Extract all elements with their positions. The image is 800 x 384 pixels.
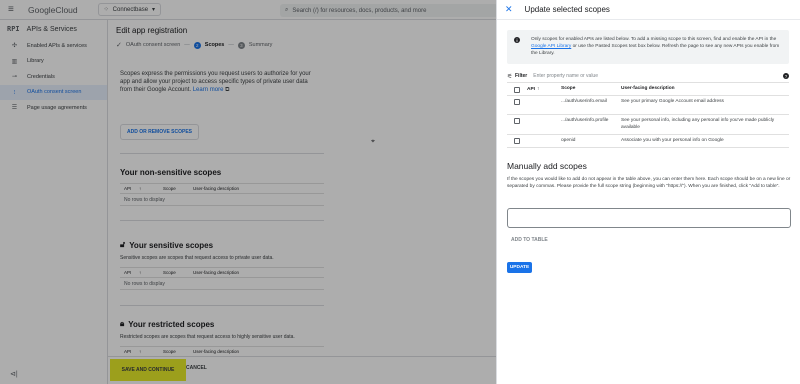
close-icon[interactable]: ✕: [505, 4, 513, 15]
table-row: openid Associate you with your personal …: [507, 135, 789, 148]
filter-row[interactable]: ⚟ Filter Enter property name or value ?: [507, 70, 789, 83]
update-scopes-panel: ✕ Update selected scopes i Only scopes f…: [496, 0, 800, 384]
info-text-part: Only scopes for enabled APIs are listed …: [531, 37, 777, 42]
manual-add-desc: If the scopes you would like to add do n…: [507, 177, 791, 189]
manual-add-title: Manually add scopes: [507, 161, 587, 171]
panel-title: Update selected scopes: [524, 5, 610, 14]
info-box: i Only scopes for enabled APIs are liste…: [507, 30, 789, 64]
col-description: User-facing description: [621, 86, 675, 92]
table-header: API ↑ Scope User-facing description: [507, 84, 789, 96]
row-checkbox[interactable]: [514, 138, 520, 144]
table-row: .../auth/userinfo.profile See your perso…: [507, 115, 789, 135]
filter-label: Filter: [515, 73, 528, 79]
manual-scopes-textarea[interactable]: [508, 209, 790, 227]
scopes-table: API ↑ Scope User-facing description .../a…: [507, 84, 789, 148]
scope-value: .../auth/userinfo.email: [561, 99, 607, 104]
modal-scrim[interactable]: [0, 0, 496, 384]
help-icon[interactable]: ?: [783, 73, 789, 79]
scope-value: .../auth/userinfo.profile: [561, 118, 609, 123]
scope-value: openid: [561, 138, 576, 143]
add-to-table-button[interactable]: ADD TO TABLE: [511, 237, 548, 243]
col-scope: Scope: [561, 86, 576, 92]
sort-arrow-icon[interactable]: ↑: [537, 87, 539, 92]
panel-header: ✕ Update selected scopes: [497, 0, 800, 20]
select-all-checkbox[interactable]: [514, 86, 520, 93]
update-button[interactable]: UPDATE: [507, 262, 532, 273]
scope-description: See your primary Google Account email ad…: [621, 99, 724, 104]
mouse-cursor-icon: ⌖: [371, 138, 375, 145]
filter-icon: ⚟: [507, 73, 513, 80]
scope-description: See your personal info, including any pe…: [621, 118, 775, 130]
col-api[interactable]: API: [527, 87, 535, 92]
google-api-library-link[interactable]: Google API Library: [531, 44, 571, 49]
info-text: Only scopes for enabled APIs are listed …: [531, 36, 783, 57]
manual-scopes-field[interactable]: [507, 208, 791, 228]
scope-description: Associate you with your personal info on…: [621, 138, 724, 143]
table-row: .../auth/userinfo.email See your primary…: [507, 96, 789, 115]
info-icon: i: [514, 37, 520, 43]
row-checkbox[interactable]: [514, 99, 520, 105]
filter-input[interactable]: Enter property name or value: [533, 73, 783, 79]
row-checkbox[interactable]: [514, 118, 520, 124]
